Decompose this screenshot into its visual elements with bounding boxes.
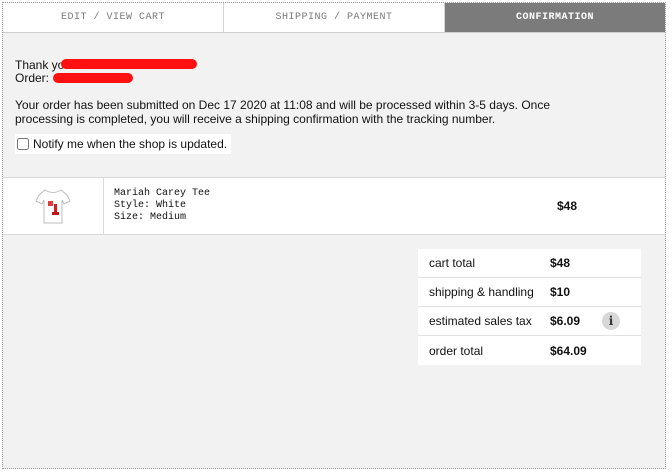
order-label: Order:	[15, 71, 50, 85]
shipping-label: shipping & handling	[429, 285, 534, 299]
notify-checkbox[interactable]	[17, 138, 29, 150]
tax-label: estimated sales tax	[429, 314, 532, 328]
thank-you-line: Thank you	[15, 59, 653, 72]
confirmation-content: Thank you Order: Your order has been sub…	[3, 33, 665, 154]
product-size: Size: Medium	[114, 212, 187, 223]
order-item-row: Mariah Carey Tee Style: White Size: Medi…	[3, 177, 665, 235]
tab-shipping-payment[interactable]: SHIPPING / PAYMENT	[224, 3, 445, 32]
product-thumbnail-cell	[3, 178, 104, 234]
product-description: Mariah Carey Tee Style: White Size: Medi…	[104, 178, 557, 234]
order-totals: cart total $48 shipping & handling $10 e…	[418, 249, 641, 365]
checkout-panel: EDIT / VIEW CART SHIPPING / PAYMENT CONF…	[2, 2, 666, 469]
redacted-name	[61, 59, 197, 69]
tab-edit-view-cart[interactable]: EDIT / VIEW CART	[3, 3, 224, 32]
product-price: $48	[557, 199, 578, 213]
order-total-value: $64.09	[550, 343, 587, 358]
notify-option[interactable]: Notify me when the shop is updated.	[15, 134, 232, 154]
product-name: Mariah Carey Tee	[114, 188, 211, 199]
cart-total-value: $48	[550, 256, 571, 270]
redacted-order-number	[53, 73, 133, 83]
order-total-label: order total	[429, 343, 484, 358]
info-icon[interactable]: i	[602, 312, 620, 330]
product-style: Style: White	[114, 200, 187, 211]
order-total-row: order total $64.09	[418, 336, 641, 365]
tab-confirmation[interactable]: CONFIRMATION	[445, 3, 665, 32]
tax-row: estimated sales tax $6.09 i	[418, 307, 641, 336]
shipping-value: $10	[550, 285, 571, 299]
cart-total-row: cart total $48	[418, 249, 641, 278]
tshirt-image	[35, 189, 71, 224]
order-line: Order:	[15, 72, 653, 85]
notify-label: Notify me when the shop is updated.	[33, 137, 228, 151]
tax-value: $6.09	[550, 314, 581, 328]
checkout-tabs: EDIT / VIEW CART SHIPPING / PAYMENT CONF…	[3, 3, 665, 33]
cart-total-label: cart total	[429, 256, 476, 270]
confirmation-message: Your order has been submitted on Dec 17 …	[15, 98, 551, 126]
shipping-row: shipping & handling $10	[418, 278, 641, 307]
